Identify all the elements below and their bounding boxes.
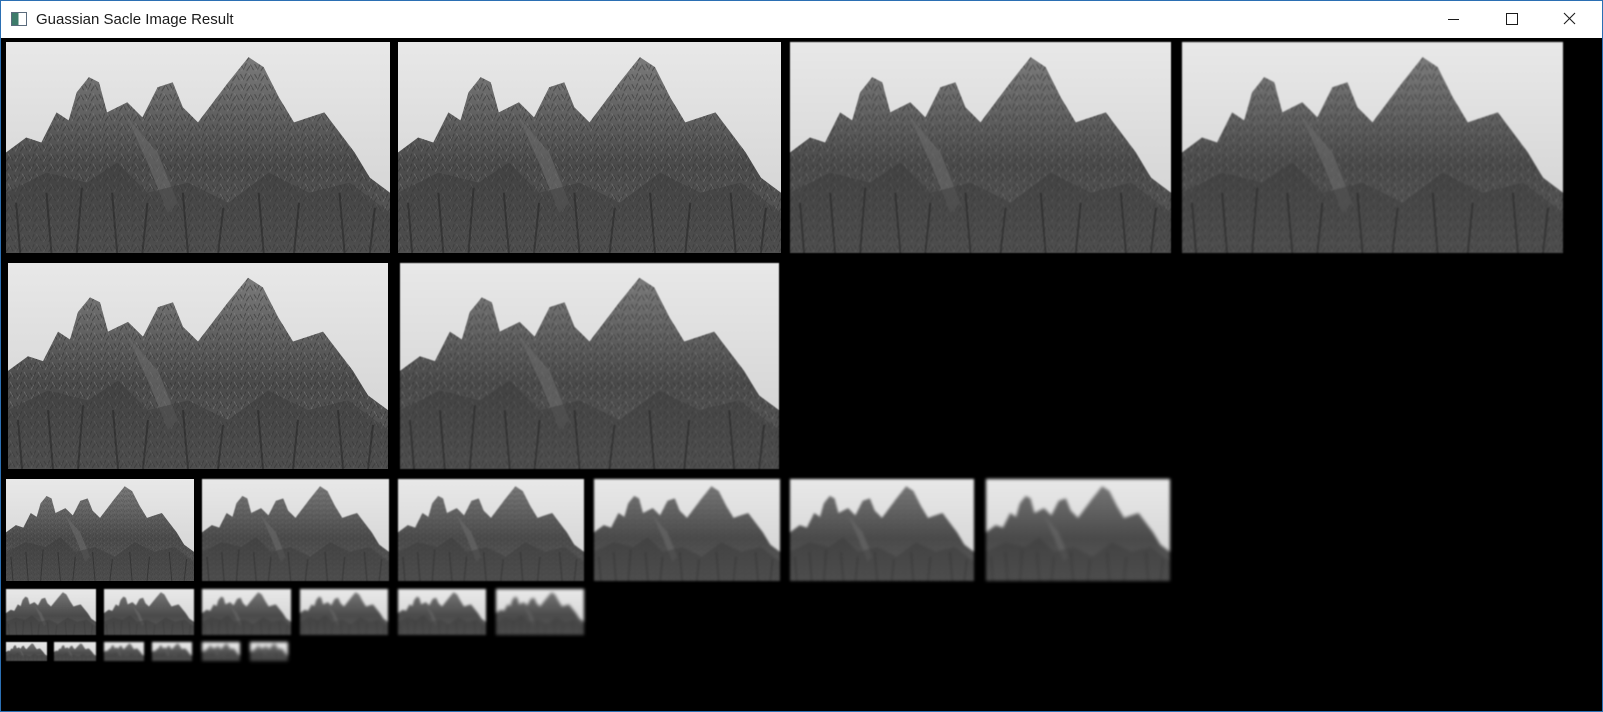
window-title: Guassian Sacle Image Result — [36, 11, 234, 28]
minimize-button[interactable] — [1425, 1, 1483, 38]
octave-5-scale-3-image — [104, 642, 144, 661]
octave-4-scale-4-image — [300, 589, 388, 635]
octave-2-scale-2-image — [400, 263, 779, 469]
octave-4-scale-5-image — [398, 589, 486, 635]
close-icon — [1563, 12, 1576, 25]
minimize-icon — [1448, 19, 1459, 20]
octave-1-scale-4-image — [1182, 42, 1563, 253]
octave-5-scale-2-image — [54, 642, 96, 661]
octave-4-scale-2-image — [104, 589, 194, 635]
maximize-icon — [1506, 13, 1518, 25]
maximize-button[interactable] — [1483, 1, 1541, 38]
close-button[interactable] — [1541, 1, 1599, 38]
octave-3-scale-3-image — [398, 479, 584, 581]
octave-5-scale-6-image — [250, 642, 288, 661]
app-window-icon — [11, 12, 27, 26]
title-bar[interactable]: Guassian Sacle Image Result — [1, 1, 1602, 38]
octave-4-scale-1-image — [6, 589, 96, 635]
octave-1-scale-1-image — [6, 42, 390, 253]
octave-4-scale-3-image — [202, 589, 291, 635]
octave-3-scale-6-image — [986, 479, 1170, 581]
octave-3-scale-5-image — [790, 479, 974, 581]
octave-1-scale-3-image — [790, 42, 1171, 253]
octave-5-scale-1-image — [6, 642, 47, 661]
octave-5-scale-4-image — [152, 642, 192, 661]
app-window: Guassian Sacle Image Result — [0, 0, 1603, 712]
octave-2-scale-1-image — [8, 263, 388, 469]
octave-3-scale-2-image — [202, 479, 389, 581]
octave-3-scale-1-image — [6, 479, 194, 581]
octave-3-scale-4-image — [594, 479, 780, 581]
octave-4-scale-6-image — [496, 589, 584, 635]
octave-5-scale-5-image — [202, 642, 240, 661]
octave-1-scale-2-image — [398, 42, 781, 253]
image-canvas — [1, 39, 1602, 711]
